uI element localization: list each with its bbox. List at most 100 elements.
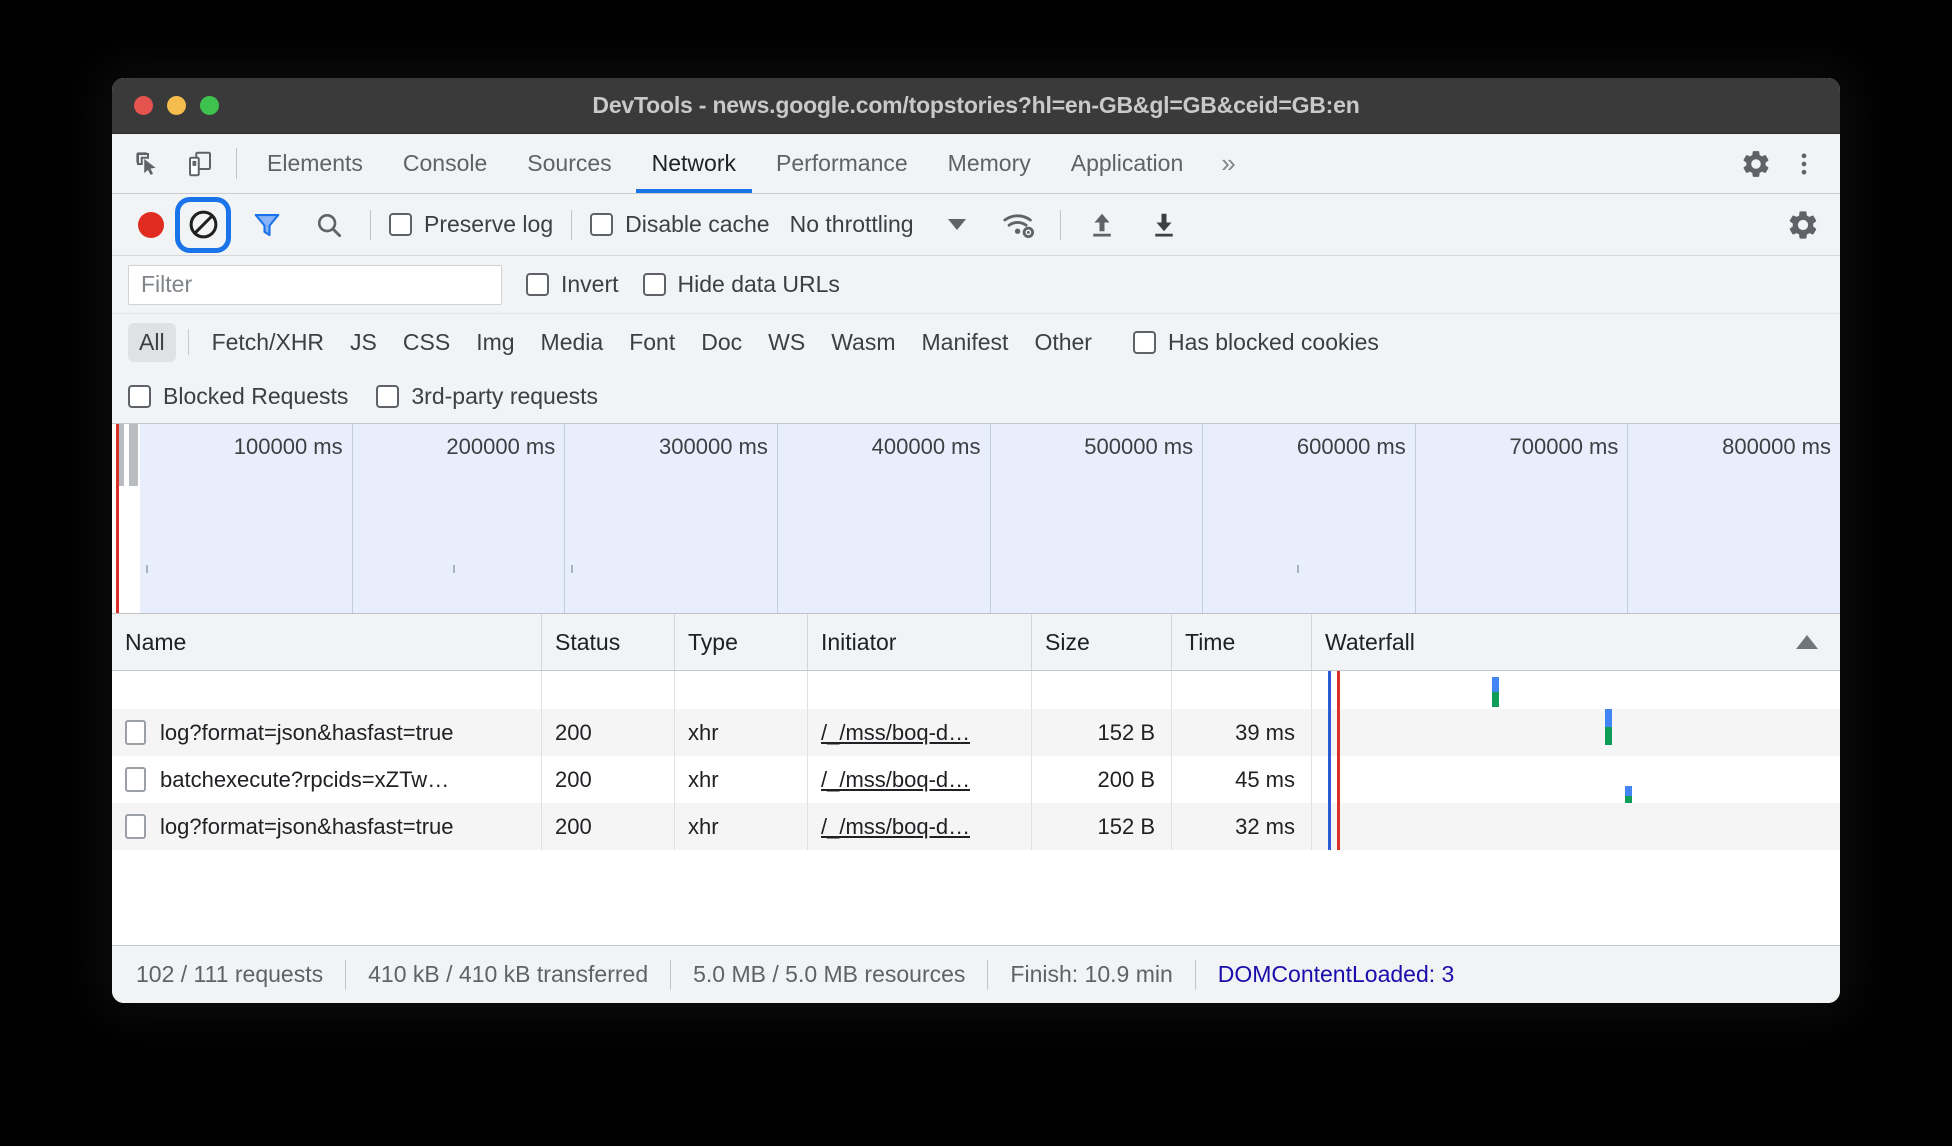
column-header-waterfall[interactable]: Waterfall bbox=[1312, 614, 1840, 670]
minimize-window-button[interactable] bbox=[167, 96, 186, 115]
toolbar-divider-2 bbox=[571, 209, 573, 240]
column-header-type[interactable]: Type bbox=[675, 614, 808, 670]
blocked-requests-checkbox[interactable]: Blocked Requests bbox=[128, 383, 348, 410]
cell-status: 200 bbox=[542, 803, 675, 850]
dom-content-loaded-line bbox=[1328, 756, 1331, 803]
throttling-dropdown[interactable]: No throttling bbox=[776, 211, 966, 238]
tab-performance[interactable]: Performance bbox=[756, 134, 928, 193]
preserve-log-checkbox[interactable]: Preserve log bbox=[389, 211, 553, 238]
overview-tick-scale: 100000 ms 200000 ms 300000 ms 400000 ms … bbox=[140, 424, 1840, 613]
tab-memory[interactable]: Memory bbox=[928, 134, 1051, 193]
table-row[interactable]: batchexecute?rpcids=xZTw… 200 xhr /_/mss… bbox=[112, 756, 1840, 803]
upload-arrow-icon bbox=[1092, 213, 1111, 236]
overview-tick-label: 400000 ms bbox=[871, 434, 981, 459]
disable-cache-label: Disable cache bbox=[625, 211, 770, 237]
more-tabs-icon[interactable]: » bbox=[1203, 134, 1253, 193]
type-filter-ws[interactable]: WS bbox=[757, 323, 816, 362]
window-title: DevTools - news.google.com/topstories?hl… bbox=[592, 92, 1360, 118]
requests-table: Name Status Type Initiator Size Time Wat… bbox=[112, 614, 1840, 945]
type-filter-wasm[interactable]: Wasm bbox=[820, 323, 906, 362]
overview-tick-label: 600000 ms bbox=[1296, 434, 1406, 459]
overview-tick: 100000 ms bbox=[140, 424, 353, 613]
more-options-icon[interactable] bbox=[1782, 142, 1826, 186]
toggle-filter-button[interactable] bbox=[244, 202, 290, 248]
overview-tick: 700000 ms bbox=[1416, 424, 1629, 613]
disable-cache-checkbox[interactable]: Disable cache bbox=[590, 211, 770, 238]
row-checkbox[interactable] bbox=[125, 720, 146, 745]
waterfall-track bbox=[1312, 709, 1840, 756]
hide-data-urls-label: Hide data URLs bbox=[677, 271, 840, 297]
third-party-requests-checkbox[interactable]: 3rd-party requests bbox=[376, 383, 598, 410]
type-filter-js[interactable]: JS bbox=[339, 323, 388, 362]
inspect-element-icon[interactable] bbox=[126, 142, 170, 186]
overview-tick-label: 800000 ms bbox=[1722, 434, 1831, 459]
filter-input[interactable]: Filter bbox=[128, 264, 502, 305]
overview-tick: 400000 ms bbox=[778, 424, 991, 613]
column-header-time[interactable]: Time bbox=[1172, 614, 1312, 670]
column-header-initiator[interactable]: Initiator bbox=[808, 614, 1032, 670]
initiator-link[interactable]: /_/mss/boq-d… bbox=[821, 767, 970, 793]
wifi-settings-icon bbox=[1003, 213, 1034, 238]
status-transferred: 410 kB / 410 kB transferred bbox=[368, 961, 649, 987]
table-row[interactable]: log?format=json&hasfast=true 200 xhr /_/… bbox=[112, 709, 1840, 756]
network-conditions-button[interactable] bbox=[996, 202, 1042, 248]
device-toolbar-icon[interactable] bbox=[178, 142, 222, 186]
search-button[interactable] bbox=[306, 202, 352, 248]
type-filter-img[interactable]: Img bbox=[465, 323, 525, 362]
requests-table-header: Name Status Type Initiator Size Time Wat… bbox=[112, 614, 1840, 671]
column-header-name[interactable]: Name bbox=[112, 614, 542, 670]
initiator-link[interactable]: /_/mss/boq-d… bbox=[821, 814, 970, 840]
type-filter-css[interactable]: CSS bbox=[392, 323, 461, 362]
clear-network-log-button[interactable] bbox=[180, 201, 226, 248]
overview-tick: 300000 ms bbox=[565, 424, 778, 613]
network-overview-timeline[interactable]: 100000 ms 200000 ms 300000 ms 400000 ms … bbox=[112, 424, 1840, 614]
type-filter-all[interactable]: All bbox=[128, 322, 176, 362]
type-filter-doc[interactable]: Doc bbox=[690, 323, 753, 362]
waterfall-track bbox=[1312, 671, 1840, 709]
type-filter-fetch-xhr[interactable]: Fetch/XHR bbox=[201, 323, 335, 362]
network-toolbar: Preserve log Disable cache No throttling bbox=[112, 194, 1840, 256]
type-filter-font[interactable]: Font bbox=[618, 323, 686, 362]
close-window-button[interactable] bbox=[134, 96, 153, 115]
cell-name-text: batchexecute?rpcids=xZTw… bbox=[160, 766, 450, 792]
filter-funnel-icon bbox=[254, 213, 280, 236]
tab-elements[interactable]: Elements bbox=[247, 134, 383, 193]
table-row[interactable]: log?format=json&hasfast=true 200 xhr /_/… bbox=[112, 803, 1840, 850]
cell-initiator: /_/mss/boq-d… bbox=[808, 803, 1032, 850]
has-blocked-cookies-checkbox[interactable]: Has blocked cookies bbox=[1132, 329, 1379, 356]
tab-console[interactable]: Console bbox=[383, 134, 507, 193]
tab-network[interactable]: Network bbox=[632, 134, 756, 193]
row-checkbox[interactable] bbox=[125, 767, 146, 792]
initiator-link[interactable]: /_/mss/boq-d… bbox=[821, 720, 970, 746]
status-requests: 102 / 111 requests bbox=[136, 961, 324, 987]
column-header-status[interactable]: Status bbox=[542, 614, 675, 670]
overview-minor-tick bbox=[571, 565, 574, 573]
cell-status: 200 bbox=[542, 756, 675, 803]
export-har-button[interactable] bbox=[1141, 202, 1187, 248]
overview-minor-tick bbox=[146, 565, 148, 573]
zoom-window-button[interactable] bbox=[200, 96, 219, 115]
row-checkbox[interactable] bbox=[125, 814, 146, 839]
settings-gear-icon[interactable] bbox=[1734, 142, 1778, 186]
tabstrip-right-icons bbox=[1715, 134, 1840, 193]
network-settings-button[interactable] bbox=[1780, 202, 1826, 248]
tab-application[interactable]: Application bbox=[1051, 134, 1204, 193]
overview-tick-label: 200000 ms bbox=[446, 434, 556, 459]
column-header-size[interactable]: Size bbox=[1032, 614, 1172, 670]
import-har-button[interactable] bbox=[1079, 202, 1125, 248]
cell-initiator: /_/mss/boq-d… bbox=[808, 756, 1032, 803]
cell-waterfall bbox=[1312, 756, 1840, 803]
overview-request-bar bbox=[129, 424, 138, 486]
record-network-log-button[interactable] bbox=[128, 202, 174, 248]
waterfall-bar bbox=[1605, 709, 1612, 745]
tab-sources[interactable]: Sources bbox=[507, 134, 631, 193]
cell-type: xhr bbox=[675, 756, 808, 803]
invert-checkbox[interactable]: Invert bbox=[526, 271, 619, 298]
dom-content-loaded-line bbox=[1328, 671, 1331, 709]
type-filter-other[interactable]: Other bbox=[1023, 323, 1103, 362]
cell-type: xhr bbox=[675, 803, 808, 850]
type-filter-media[interactable]: Media bbox=[530, 323, 615, 362]
hide-data-urls-checkbox[interactable]: Hide data URLs bbox=[642, 271, 840, 298]
status-resources: 5.0 MB / 5.0 MB resources bbox=[693, 961, 966, 987]
type-filter-manifest[interactable]: Manifest bbox=[911, 323, 1020, 362]
